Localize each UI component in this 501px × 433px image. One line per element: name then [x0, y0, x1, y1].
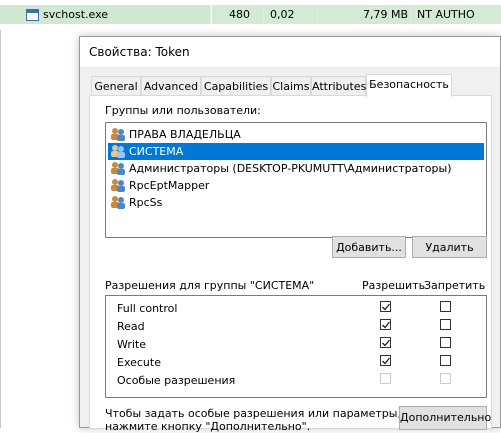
- tab-claims[interactable]: Claims: [271, 76, 311, 95]
- footer-text-line-2: нажмите кнопку "Дополнительно".: [105, 420, 311, 433]
- add-button[interactable]: Добавить...: [332, 236, 406, 258]
- title-bar[interactable]: Свойства: Token: [80, 37, 500, 67]
- users-icon: [111, 196, 125, 209]
- users-icon: [111, 162, 125, 175]
- permission-name: Особые разрешения: [117, 374, 236, 387]
- group-name: RpcSs: [129, 196, 163, 209]
- permissions-label: Разрешения для группы "СИСТЕМА": [105, 279, 315, 292]
- permission-name: Full control: [117, 302, 178, 315]
- process-memory: 7,79 MB: [363, 8, 409, 21]
- window-edge: [0, 30, 1, 428]
- permissions-list: Full control Read Write Execute Особые р…: [105, 295, 487, 398]
- footer-text-line-1: Чтобы задать особые разрешения или парам…: [105, 407, 401, 420]
- process-user: NT AUTHO: [417, 8, 475, 21]
- remove-button[interactable]: Удалить: [412, 236, 487, 258]
- group-name: СИСТЕМА: [129, 145, 184, 158]
- tab-advanced[interactable]: Advanced: [141, 76, 201, 95]
- groups-label: Группы или пользователи:: [105, 104, 261, 117]
- process-pid: 480: [229, 8, 250, 21]
- column-separator: [210, 5, 211, 24]
- deny-checkbox[interactable]: [440, 337, 451, 348]
- group-name: RpcEptMapper: [129, 179, 210, 192]
- users-icon: [111, 145, 125, 158]
- checkmark-icon: [382, 357, 391, 365]
- column-separator: [263, 5, 264, 24]
- tab-general[interactable]: General: [91, 76, 141, 95]
- tab-attributes[interactable]: Attributes: [311, 76, 366, 95]
- security-panel: Группы или пользователи: ПРАВА ВЛАДЕЛЬЦА…: [89, 95, 492, 433]
- column-separator: [410, 5, 411, 24]
- checkmark-icon: [382, 303, 391, 311]
- list-item[interactable]: Администраторы (DESKTOP-PKUMUTT\Админист…: [108, 160, 484, 177]
- deny-checkbox[interactable]: [440, 355, 451, 366]
- permission-name: Write: [117, 338, 147, 351]
- process-name: svchost.exe: [43, 8, 109, 21]
- permission-name: Execute: [117, 356, 161, 369]
- users-icon: [111, 128, 125, 141]
- allow-checkbox-disabled: [380, 373, 391, 384]
- list-item[interactable]: RpcEptMapper: [108, 177, 484, 194]
- group-name: ПРАВА ВЛАДЕЛЬЦА: [129, 128, 241, 141]
- dialog-title: Свойства: Token: [89, 45, 190, 59]
- checkmark-icon: [382, 321, 391, 329]
- process-row[interactable]: svchost.exe 480 0,02 7,79 MB NT AUTHO: [0, 0, 501, 30]
- deny-checkbox-disabled: [440, 373, 451, 384]
- allow-header: Разрешить: [362, 279, 426, 292]
- allow-checkbox[interactable]: [380, 319, 391, 330]
- group-name: Администраторы (DESKTOP-PKUMUTT\Админист…: [129, 162, 452, 175]
- allow-checkbox[interactable]: [380, 301, 391, 312]
- deny-checkbox[interactable]: [440, 319, 451, 330]
- deny-checkbox[interactable]: [440, 301, 451, 312]
- tab-capabilities[interactable]: Capabilities: [201, 76, 271, 95]
- allow-checkbox[interactable]: [380, 355, 391, 366]
- tab-security[interactable]: Безопасность: [366, 74, 452, 97]
- application-window-icon: [26, 9, 39, 21]
- checkmark-icon: [382, 339, 391, 347]
- groups-listbox[interactable]: ПРАВА ВЛАДЕЛЬЦА СИСТЕМА Администраторы (…: [105, 122, 487, 238]
- process-cpu: 0,02: [270, 8, 295, 21]
- allow-checkbox[interactable]: [380, 337, 391, 348]
- advanced-button[interactable]: Дополнительно: [399, 406, 491, 430]
- permission-name: Read: [117, 320, 145, 333]
- users-icon: [111, 179, 125, 192]
- column-separator: [317, 5, 318, 24]
- list-item[interactable]: RpcSs: [108, 194, 484, 211]
- list-item[interactable]: ПРАВА ВЛАДЕЛЬЦА: [108, 126, 484, 143]
- properties-dialog: Свойства: Token General Advanced Capabil…: [79, 36, 501, 433]
- deny-header: Запретить: [424, 279, 486, 292]
- list-item-selected[interactable]: СИСТЕМА: [108, 143, 484, 160]
